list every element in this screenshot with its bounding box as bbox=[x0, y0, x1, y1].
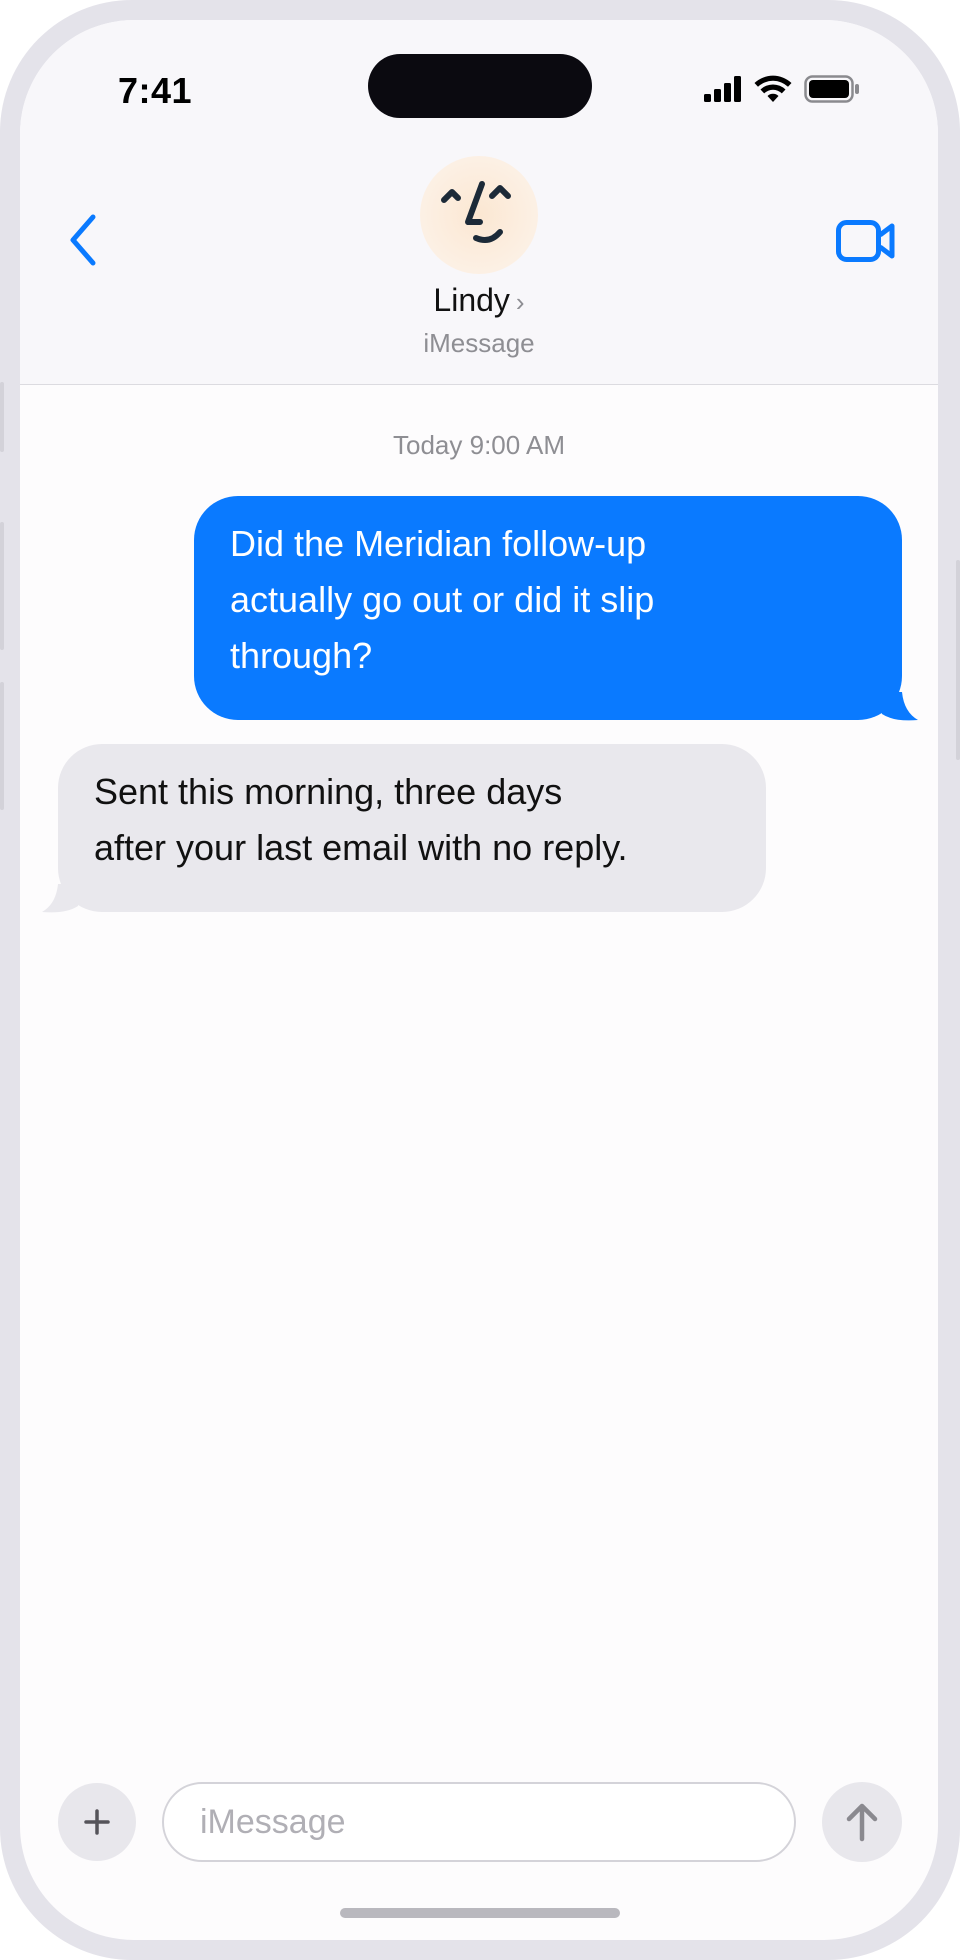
status-bar: 7:41 bbox=[20, 20, 938, 150]
side-button-silent bbox=[0, 382, 4, 452]
received-bubble-tail bbox=[42, 884, 84, 913]
back-button[interactable] bbox=[58, 210, 108, 270]
message-line: through? bbox=[230, 635, 373, 676]
chevron-right-icon: › bbox=[515, 287, 525, 317]
sent-bubble-tail bbox=[876, 692, 918, 721]
side-button-volume-down bbox=[0, 682, 4, 810]
video-camera-icon bbox=[836, 220, 895, 262]
contact-name: Lindy bbox=[433, 282, 510, 318]
screen: 7:41 Lindy › iMessage Today 9:00 AM Did … bbox=[20, 20, 938, 1940]
phone-frame: 7:41 Lindy › iMessage Today 9:00 AM Did … bbox=[0, 0, 960, 1960]
home-indicator[interactable] bbox=[340, 1908, 620, 1918]
contact-name-button[interactable]: Lindy › bbox=[20, 282, 938, 319]
message-line: Did the Meridian follow-up bbox=[230, 523, 647, 564]
dynamic-island bbox=[368, 54, 592, 118]
contact-avatar[interactable] bbox=[420, 156, 538, 274]
conversation-header: 7:41 Lindy › iMessage bbox=[20, 20, 938, 385]
status-icons bbox=[704, 74, 860, 108]
message-line: actually go out or did it slip bbox=[230, 579, 655, 620]
chevron-left-icon bbox=[70, 214, 96, 266]
message-timestamp: Today 9:00 AM bbox=[393, 430, 565, 460]
send-button[interactable] bbox=[822, 1782, 902, 1862]
arrow-up-icon bbox=[846, 1803, 878, 1842]
message-input[interactable] bbox=[162, 1782, 796, 1862]
apps-plus-button[interactable] bbox=[58, 1783, 136, 1861]
side-button-power bbox=[956, 560, 960, 760]
side-button-volume-up bbox=[0, 522, 4, 650]
memoji-face-icon bbox=[441, 181, 511, 243]
signal-icon bbox=[704, 75, 742, 107]
sent-message-bubble[interactable]: Did the Meridian follow-up actually go o… bbox=[194, 496, 902, 720]
status-time: 7:41 bbox=[118, 70, 193, 111]
contact-service-label: iMessage bbox=[423, 328, 535, 358]
message-line: after your last email with no reply. bbox=[94, 827, 628, 868]
message-line: Sent this morning, three days bbox=[94, 771, 563, 812]
wifi-icon bbox=[754, 75, 792, 108]
plus-icon bbox=[84, 1809, 110, 1835]
battery-icon bbox=[804, 74, 860, 108]
received-message-bubble[interactable]: Sent this morning, three days after your… bbox=[58, 744, 766, 912]
video-call-button[interactable] bbox=[834, 216, 898, 266]
